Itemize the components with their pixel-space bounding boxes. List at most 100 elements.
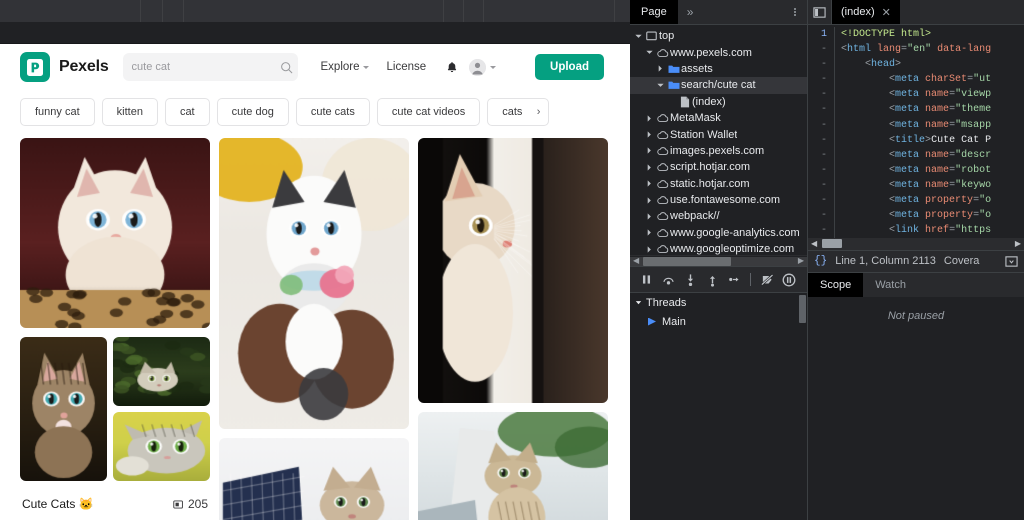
editor-hscrollbar[interactable]: ◀ ▶ [808, 238, 1024, 250]
file-tree-node[interactable]: www.google-analytics.com [630, 225, 807, 241]
notifications-button[interactable] [439, 61, 465, 74]
related-search-chip[interactable]: funny cat [20, 98, 95, 126]
pexels-brand[interactable]: Pexels [20, 52, 109, 82]
editor-settings-icon[interactable] [1005, 255, 1018, 268]
related-search-chip[interactable]: kitten [102, 98, 158, 126]
thread-item-main[interactable]: Main [630, 312, 807, 331]
editor-tab-index[interactable]: (index) ✕ [832, 0, 900, 24]
chevron-right-icon[interactable]: › [537, 106, 541, 118]
threads-header[interactable]: Threads [630, 293, 807, 312]
line-number[interactable]: - [808, 223, 834, 237]
line-number[interactable]: - [808, 57, 834, 72]
file-tree-node[interactable]: top [630, 28, 807, 44]
search-icon[interactable] [280, 61, 293, 74]
more-tabs-icon[interactable]: » [678, 0, 703, 24]
pretty-print-icon[interactable]: {} [814, 255, 827, 267]
file-tree-node[interactable]: Station Wallet [630, 126, 807, 142]
step-out-button[interactable] [702, 270, 722, 290]
file-tree-node[interactable]: (index) [630, 94, 807, 110]
line-number[interactable]: - [808, 72, 834, 87]
line-number[interactable]: - [808, 208, 834, 223]
tree-twisty-closed-icon[interactable] [643, 114, 655, 123]
photo-card-tabby-kitten-meowing[interactable] [20, 337, 107, 481]
tree-twisty-closed-icon[interactable] [643, 163, 655, 172]
upload-button[interactable]: Upload [535, 54, 604, 80]
file-tree-node[interactable]: static.hotjar.com [630, 176, 807, 192]
step-over-button[interactable] [658, 270, 678, 290]
line-number[interactable]: - [808, 163, 834, 178]
scroll-right-icon[interactable]: ▶ [798, 257, 804, 265]
file-tree-hscroll-thumb[interactable] [643, 257, 731, 266]
code-editor[interactable]: 1 <!DOCTYPE html> - <html lang="en" data-la… [808, 25, 1024, 238]
tree-twisty-closed-icon[interactable] [643, 130, 655, 139]
file-tree-node[interactable]: search/cute cat [630, 77, 807, 93]
account-menu[interactable] [465, 59, 500, 76]
photo-card-white-kitten-with-flowers[interactable] [219, 138, 409, 429]
code-line-text[interactable]: <head> [834, 57, 1024, 72]
code-line-text[interactable]: <meta charSet="ut [834, 72, 1024, 87]
tree-twisty-open-icon[interactable] [654, 81, 666, 90]
file-tree-node[interactable]: use.fontawesome.com [630, 192, 807, 208]
file-tree-hscrollbar[interactable]: ◀ ▶ [630, 255, 807, 266]
tree-twisty-closed-icon[interactable] [643, 146, 655, 155]
code-line-text[interactable]: <html lang="en" data-lang [834, 42, 1024, 57]
photo-card-kitten-on-white-bed[interactable] [219, 438, 409, 520]
line-number[interactable]: - [808, 178, 834, 193]
tree-twisty-closed-icon[interactable] [643, 245, 655, 254]
tab-watch[interactable]: Watch [863, 273, 918, 297]
browser-tabstrip[interactable] [0, 0, 630, 22]
tab-scope[interactable]: Scope [808, 273, 863, 297]
related-search-chip[interactable]: cute dog [217, 98, 289, 126]
scroll-left-icon[interactable]: ◀ [633, 257, 639, 265]
code-line-text[interactable]: <link href="https [834, 223, 1024, 237]
code-line-text[interactable]: <meta property="o [834, 193, 1024, 208]
file-tree-node[interactable]: assets [630, 61, 807, 77]
code-line-text[interactable]: <meta name="viewp [834, 87, 1024, 102]
file-tree-node[interactable]: script.hotjar.com [630, 159, 807, 175]
scroll-left-icon-editor[interactable]: ◀ [811, 239, 817, 248]
code-line-text[interactable]: <meta name="msapp [834, 118, 1024, 133]
close-icon[interactable]: ✕ [882, 6, 891, 19]
browser-toolbar[interactable] [0, 22, 630, 44]
code-line-text[interactable]: <meta name="keywo [834, 178, 1024, 193]
step-into-button[interactable] [680, 270, 700, 290]
tree-twisty-closed-icon[interactable] [643, 212, 655, 221]
file-tree-node[interactable]: www.googleoptimize.com [630, 241, 807, 255]
show-navigator-icon[interactable] [808, 0, 832, 24]
code-line-text[interactable]: <meta name="robot [834, 163, 1024, 178]
scroll-right-icon-editor[interactable]: ▶ [1015, 239, 1021, 248]
file-tree-node[interactable]: images.pexels.com [630, 143, 807, 159]
threads-vscroll-thumb[interactable] [799, 295, 806, 323]
tree-twisty-open-icon[interactable] [643, 48, 655, 57]
line-number[interactable]: - [808, 133, 834, 148]
line-number[interactable]: 1 [808, 27, 834, 42]
threads-vscrollbar[interactable] [798, 295, 807, 520]
tab-page[interactable]: Page [630, 0, 678, 24]
related-search-chip[interactable]: cats › [487, 98, 549, 126]
editor-hscroll-thumb[interactable] [822, 239, 842, 248]
code-line-text[interactable]: <meta name="descr [834, 148, 1024, 163]
tree-twisty-closed-icon[interactable] [643, 228, 655, 237]
collection-preview-cute-cats[interactable] [20, 337, 210, 481]
deactivate-breakpoints-button[interactable] [757, 270, 777, 290]
search-input[interactable] [132, 61, 274, 73]
line-number[interactable]: - [808, 102, 834, 117]
photo-card-kitten-peeking-door[interactable] [418, 138, 608, 403]
file-tree-node[interactable]: webpack// [630, 208, 807, 224]
line-number[interactable]: - [808, 42, 834, 57]
tree-twisty-closed-icon[interactable] [654, 64, 666, 73]
pause-on-exceptions-button[interactable] [779, 270, 799, 290]
photo-card-kitten-on-grey-cushion[interactable] [418, 412, 608, 520]
line-number[interactable]: - [808, 118, 834, 133]
photo-card-cat-upside-down[interactable] [113, 412, 210, 481]
tree-twisty-open-icon[interactable] [632, 32, 644, 41]
code-line-text[interactable]: <title>Cute Cat P [834, 133, 1024, 148]
tree-twisty-closed-icon[interactable] [643, 196, 655, 205]
tree-twisty-closed-icon[interactable] [643, 179, 655, 188]
search-box[interactable] [123, 53, 298, 81]
code-line-text[interactable]: <meta name="theme [834, 102, 1024, 117]
file-tree-node[interactable]: MetaMask [630, 110, 807, 126]
code-line-text[interactable]: <!DOCTYPE html> [834, 27, 1024, 42]
resume-button[interactable] [636, 270, 656, 290]
photo-card-cat-in-foliage[interactable] [113, 337, 210, 406]
